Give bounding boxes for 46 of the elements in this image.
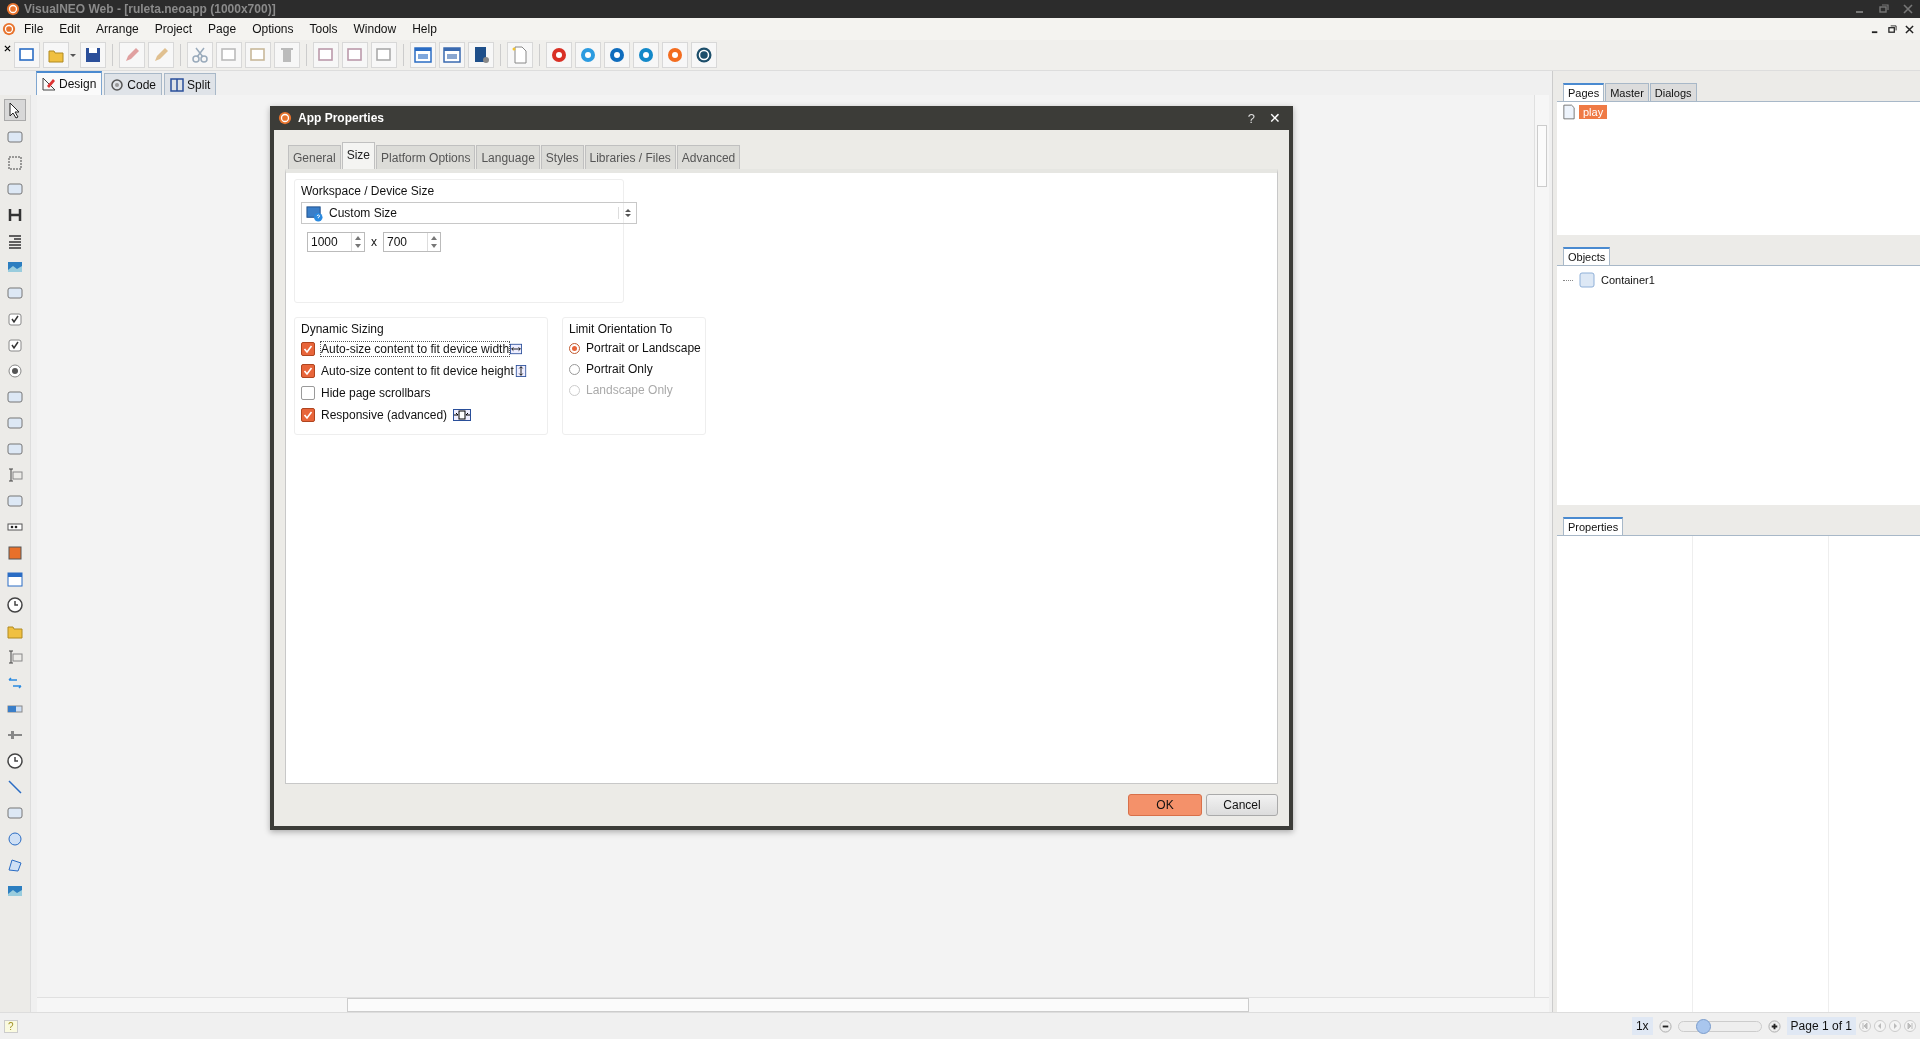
menu-item[interactable]: Window: [345, 20, 405, 38]
panel-tab[interactable]: Pages: [1563, 83, 1605, 101]
checkbox-label[interactable]: Auto-size content to fit device width: [320, 341, 511, 357]
panel-tab[interactable]: Dialogs: [1649, 83, 1697, 101]
radio-label[interactable]: Portrait or Landscape: [585, 340, 702, 356]
dialog-button[interactable]: Cancel: [1206, 794, 1278, 816]
radio-label[interactable]: Portrait Only: [585, 361, 654, 377]
dialog-tab[interactable]: Styles: [540, 145, 584, 169]
menu-item[interactable]: Edit: [51, 20, 89, 38]
menu-item[interactable]: Options: [244, 20, 302, 38]
times-label: x: [371, 235, 377, 249]
menu-item[interactable]: Project: [146, 20, 201, 38]
dialog-tab[interactable]: Language: [476, 145, 540, 169]
dialog-tab[interactable]: Size: [341, 142, 376, 169]
checkbox-label[interactable]: Hide page scrollbars: [320, 385, 432, 401]
dialog-tab[interactable]: Advanced: [676, 145, 741, 169]
height-field[interactable]: 700: [383, 232, 441, 252]
checkbox-label[interactable]: Auto-size content to fit device height: [320, 363, 515, 379]
panel-tab[interactable]: Master: [1605, 83, 1649, 101]
view-tab[interactable]: Split: [164, 73, 217, 95]
menu-item[interactable]: Help: [404, 20, 445, 38]
panel-tab[interactable]: Objects: [1563, 247, 1611, 265]
page-indicator: Page 1 of 1: [1786, 1017, 1856, 1035]
dialog-tab[interactable]: Libraries / Files: [584, 145, 676, 169]
menu-item[interactable]: Page: [200, 20, 245, 38]
device-size-dropdown[interactable]: Custom Size: [301, 202, 637, 224]
tree-item[interactable]: Container1: [1601, 274, 1655, 286]
dialog-title: App Properties: [298, 111, 384, 125]
help-button[interactable]: ?: [1243, 110, 1259, 126]
panel-tab[interactable]: Properties: [1563, 517, 1624, 535]
zoom-label: 1x: [1631, 1017, 1653, 1035]
dialog-button[interactable]: OK: [1128, 794, 1202, 816]
menu-item[interactable]: Arrange: [88, 20, 147, 38]
menu-item[interactable]: File: [16, 20, 52, 38]
dialog-tab[interactable]: Platform Options: [376, 145, 476, 169]
group-heading: Dynamic Sizing: [301, 322, 385, 336]
group-heading: Workspace / Device Size: [301, 184, 436, 198]
checkbox-label[interactable]: Responsive (advanced): [320, 407, 449, 423]
group-heading: Limit Orientation To: [569, 322, 674, 336]
width-field[interactable]: 1000: [307, 232, 365, 252]
view-tab[interactable]: Code: [104, 73, 163, 95]
menu-item[interactable]: Tools: [301, 20, 346, 38]
view-tab[interactable]: Design: [36, 71, 103, 95]
close-button[interactable]: ✕: [1265, 110, 1285, 126]
window-title: VisualNEO Web - [ruleta.neoapp (1000x700)]: [24, 2, 276, 16]
dialog-tab[interactable]: General: [288, 145, 341, 169]
